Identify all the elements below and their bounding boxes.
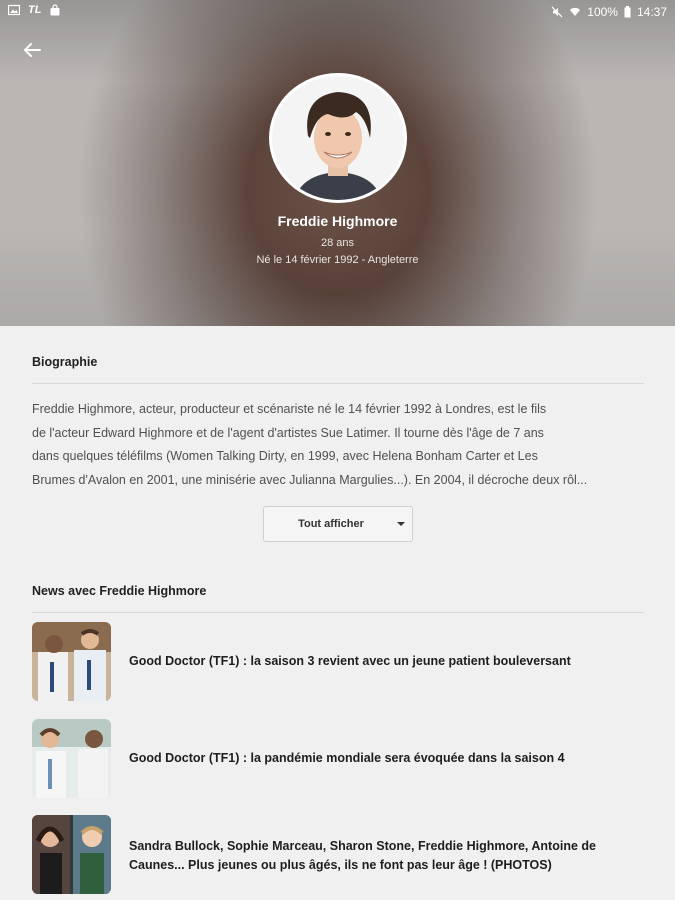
- news-item[interactable]: Sandra Bullock, Sophie Marceau, Sharon S…: [32, 815, 644, 895]
- news-thumbnail: [32, 815, 111, 894]
- news-item-title: Good Doctor (TF1) : la pandémie mondiale…: [129, 751, 565, 765]
- avatar: [272, 76, 404, 200]
- news-thumbnail: [32, 719, 111, 798]
- status-bar: TL 100% 14:37: [0, 0, 675, 24]
- biography-line: dans quelques téléfilms (Women Talking D…: [32, 449, 538, 463]
- divider: [32, 383, 644, 384]
- show-all-label: Tout afficher: [298, 518, 364, 530]
- caret-down-icon: [397, 522, 405, 526]
- divider: [32, 612, 644, 613]
- profile-name: Freddie Highmore: [277, 213, 398, 229]
- news-item[interactable]: Good Doctor (TF1) : la pandémie mondiale…: [32, 719, 644, 799]
- clock: 14:37: [636, 5, 667, 19]
- biography-text: Freddie Highmore, acteur, producteur et …: [32, 398, 644, 492]
- wifi-icon: [570, 7, 581, 16]
- news-item-title: Good Doctor (TF1) : la saison 3 revient …: [129, 654, 571, 668]
- news-item-title: Sandra Bullock, Sophie Marceau, Sharon S…: [129, 839, 596, 872]
- battery-percent: 100%: [587, 5, 618, 19]
- tf1-icon: TL: [28, 4, 42, 16]
- show-all-button[interactable]: Tout afficher: [263, 506, 413, 542]
- biography-line: Brumes d'Avalon en 2001, une minisérie a…: [32, 472, 588, 487]
- back-arrow-icon[interactable]: [20, 38, 44, 62]
- biography-line: Freddie Highmore, acteur, producteur et …: [32, 402, 547, 416]
- mute-icon: [551, 6, 563, 18]
- battery-icon: [624, 6, 631, 18]
- image-icon: [8, 4, 20, 16]
- news-title: News avec Freddie Highmore: [32, 584, 207, 598]
- shopping-bag-icon: [50, 4, 60, 16]
- profile-birth: Né le 14 février 1992 - Angleterre: [256, 254, 419, 266]
- news-item[interactable]: Good Doctor (TF1) : la saison 3 revient …: [32, 622, 644, 702]
- profile-age: 28 ans: [320, 237, 355, 249]
- biography-line: de l'acteur Edward Highmore et de l'agen…: [32, 425, 544, 440]
- news-thumbnail: [32, 622, 111, 701]
- biography-title: Biographie: [32, 355, 98, 369]
